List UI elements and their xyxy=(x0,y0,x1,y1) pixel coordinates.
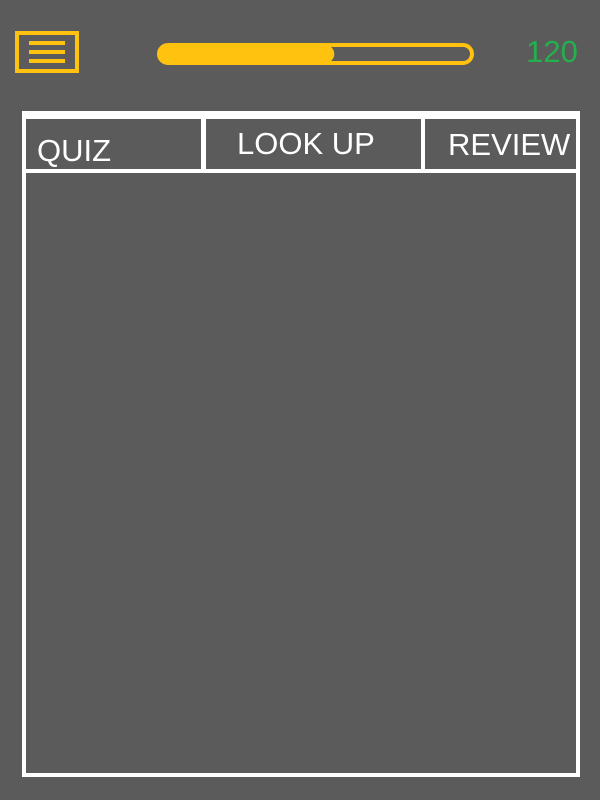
content-area xyxy=(26,173,576,773)
progress-bar xyxy=(157,43,474,65)
tab-look-up[interactable]: LOOK UP xyxy=(202,115,425,173)
progress-fill xyxy=(159,45,335,63)
hamburger-menu-icon xyxy=(25,39,69,65)
menu-button[interactable] xyxy=(15,31,79,73)
tab-review-label: REVIEW xyxy=(448,127,571,162)
score-display: 120 xyxy=(526,34,578,69)
tab-quiz-label: QUIZ xyxy=(37,133,112,168)
tab-quiz[interactable]: QUIZ xyxy=(22,115,205,173)
tab-look-up-label: LOOK UP xyxy=(237,126,375,161)
tab-review[interactable]: REVIEW xyxy=(421,115,580,173)
